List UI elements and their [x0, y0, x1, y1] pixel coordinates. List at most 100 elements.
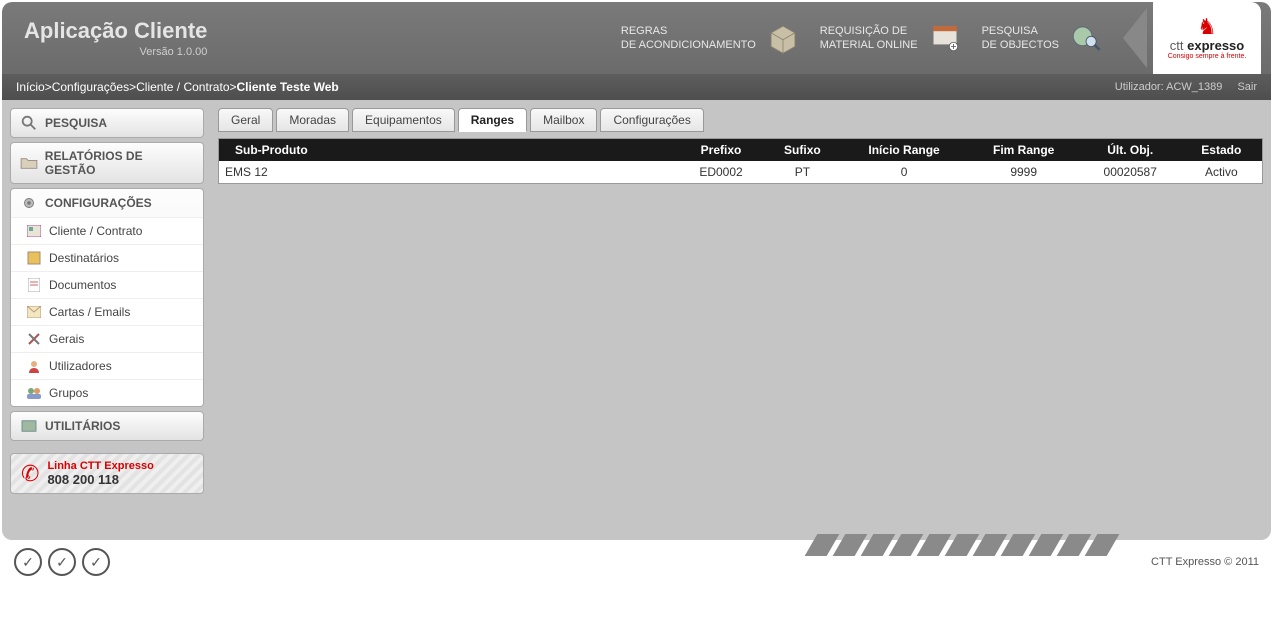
- sidebar-item-utilizadores[interactable]: Utilizadores: [11, 352, 203, 379]
- sidebar-item-cliente-contrato[interactable]: Cliente / Contrato: [11, 217, 203, 244]
- crumb-current: Cliente Teste Web: [237, 80, 339, 94]
- td-sub-produto: EMS 12: [219, 161, 678, 183]
- header-link-pesq-l2: DE OBJECTOS: [982, 38, 1059, 52]
- logo-box: ♞ ctt expresso Consigo sempre à frente.: [1153, 2, 1261, 74]
- cert-icons: [14, 548, 110, 576]
- tab-mailbox[interactable]: Mailbox: [530, 108, 597, 132]
- logo-brand: ctt expresso: [1170, 38, 1244, 53]
- td-inicio-range: 0: [841, 161, 968, 183]
- users-icon: [25, 386, 43, 400]
- sidebar-item-cartas-emails[interactable]: Cartas / Emails: [11, 298, 203, 325]
- sidebar-item-gerais[interactable]: Gerais: [11, 325, 203, 352]
- crumb-cliente-contrato[interactable]: Cliente / Contrato: [136, 80, 229, 94]
- th-prefixo: Prefixo: [678, 139, 764, 161]
- box-icon: [764, 19, 802, 57]
- sidebar-item-grupos[interactable]: Grupos: [11, 379, 203, 406]
- sidebar-configuracoes-head[interactable]: CONFIGURAÇÕES: [11, 189, 203, 217]
- sidebar-pesquisa[interactable]: PESQUISA: [10, 108, 204, 138]
- footer-stripes-icon: [805, 534, 1113, 556]
- phone-line1: Linha CTT Expresso: [47, 460, 153, 472]
- user-label: Utilizador:: [1115, 81, 1166, 93]
- crumb-inicio[interactable]: Início: [16, 80, 45, 94]
- header-bar: Aplicação Cliente Versão 1.0.00 REGRAS D…: [2, 2, 1271, 74]
- body-area: PESQUISA RELATÓRIOS DE GESTÃO CONFIGURAÇ…: [2, 100, 1271, 540]
- sidebar-item-label: Gerais: [49, 332, 84, 346]
- magnifier-icon: [19, 115, 39, 131]
- td-ult-obj: 00020587: [1080, 161, 1181, 183]
- header-link-regras-l1: REGRAS: [621, 24, 756, 38]
- cert-badge-icon: [48, 548, 76, 576]
- breadcrumb-bar: Início > Configurações > Cliente / Contr…: [2, 74, 1271, 100]
- sidebar-relatorios[interactable]: RELATÓRIOS DE GESTÃO: [10, 142, 204, 184]
- sidebar-config-label: CONFIGURAÇÕES: [45, 196, 152, 210]
- globe-search-icon: [1067, 19, 1105, 57]
- app-title: Aplicação Cliente: [24, 18, 207, 44]
- cert-badge-icon: [82, 548, 110, 576]
- user-value: ACW_1389: [1166, 81, 1222, 93]
- ranges-table: Sub-Produto Prefixo Sufixo Início Range …: [219, 139, 1262, 183]
- sidebar: PESQUISA RELATÓRIOS DE GESTÃO CONFIGURAÇ…: [10, 108, 204, 532]
- th-fim-range: Fim Range: [968, 139, 1080, 161]
- document-icon: [25, 278, 43, 292]
- phone-icon: ✆: [21, 461, 39, 487]
- sidebar-configuracoes: CONFIGURAÇÕES Cliente / Contrato Destina…: [10, 188, 204, 407]
- th-sub-produto: Sub-Produto: [219, 139, 678, 161]
- sidebar-item-label: Utilizadores: [49, 359, 112, 373]
- header-link-req-l1: REQUISIÇÃO DE: [820, 24, 918, 38]
- sidebar-pesquisa-label: PESQUISA: [45, 116, 107, 130]
- sidebar-item-label: Grupos: [49, 386, 88, 400]
- user-icon: [25, 359, 43, 373]
- header-link-pesquisa[interactable]: PESQUISA DE OBJECTOS: [982, 19, 1105, 57]
- app-container: Aplicação Cliente Versão 1.0.00 REGRAS D…: [2, 2, 1271, 540]
- tab-moradas[interactable]: Moradas: [276, 108, 349, 132]
- td-sufixo: PT: [764, 161, 841, 183]
- logo-slogan: Consigo sempre à frente.: [1168, 53, 1247, 60]
- td-estado: Activo: [1181, 161, 1262, 183]
- logout-link[interactable]: Sair: [1237, 81, 1257, 93]
- footer: CTT Expresso © 2011: [0, 542, 1273, 586]
- tabs: Geral Moradas Equipamentos Ranges Mailbo…: [218, 108, 1263, 132]
- tab-configuracoes[interactable]: Configurações: [600, 108, 703, 132]
- screen-icon: [926, 19, 964, 57]
- sidebar-item-label: Cartas / Emails: [49, 305, 130, 319]
- crumb-configuracoes[interactable]: Configurações: [52, 80, 129, 94]
- addressbook-icon: [25, 251, 43, 265]
- header-link-regras-l2: DE ACONDICIONAMENTO: [621, 38, 756, 52]
- app-title-block: Aplicação Cliente Versão 1.0.00: [24, 18, 207, 58]
- header-link-requisicao[interactable]: REQUISIÇÃO DE MATERIAL ONLINE: [820, 19, 964, 57]
- th-sufixo: Sufixo: [764, 139, 841, 161]
- header-link-regras[interactable]: REGRAS DE ACONDICIONAMENTO: [621, 19, 802, 57]
- sidebar-item-label: Documentos: [49, 278, 116, 292]
- sidebar-item-label: Destinatários: [49, 251, 119, 265]
- sidebar-relatorios-label: RELATÓRIOS DE GESTÃO: [45, 149, 195, 177]
- th-estado: Estado: [1181, 139, 1262, 161]
- sidebar-utilitarios[interactable]: UTILITÁRIOS: [10, 411, 204, 441]
- tab-equipamentos[interactable]: Equipamentos: [352, 108, 455, 132]
- app-version: Versão 1.0.00: [24, 46, 207, 58]
- header-link-req-l2: MATERIAL ONLINE: [820, 38, 918, 52]
- sidebar-item-label: Cliente / Contrato: [49, 224, 142, 238]
- sidebar-item-documentos[interactable]: Documentos: [11, 271, 203, 298]
- card-icon: [25, 224, 43, 238]
- cert-badge-icon: [14, 548, 42, 576]
- td-prefixo: ED0002: [678, 161, 764, 183]
- utility-icon: [19, 418, 39, 434]
- table-header-row: Sub-Produto Prefixo Sufixo Início Range …: [219, 139, 1262, 161]
- phone-box: ✆ Linha CTT Expresso 808 200 118: [10, 453, 204, 494]
- tools-icon: [25, 332, 43, 346]
- horse-icon: ♞: [1197, 16, 1217, 38]
- tab-geral[interactable]: Geral: [218, 108, 273, 132]
- mail-icon: [25, 305, 43, 319]
- phone-line2: 808 200 118: [47, 472, 153, 487]
- sidebar-utilitarios-label: UTILITÁRIOS: [45, 419, 120, 433]
- header-link-pesq-l1: PESQUISA: [982, 24, 1059, 38]
- main-content: Geral Moradas Equipamentos Ranges Mailbo…: [204, 108, 1263, 532]
- gear-icon: [19, 195, 39, 211]
- th-inicio-range: Início Range: [841, 139, 968, 161]
- ranges-table-wrap: Sub-Produto Prefixo Sufixo Início Range …: [218, 138, 1263, 184]
- td-fim-range: 9999: [968, 161, 1080, 183]
- sidebar-item-destinatarios[interactable]: Destinatários: [11, 244, 203, 271]
- tab-ranges[interactable]: Ranges: [458, 108, 527, 132]
- footer-copyright: CTT Expresso © 2011: [1151, 556, 1259, 568]
- table-row[interactable]: EMS 12 ED0002 PT 0 9999 00020587 Activo: [219, 161, 1262, 183]
